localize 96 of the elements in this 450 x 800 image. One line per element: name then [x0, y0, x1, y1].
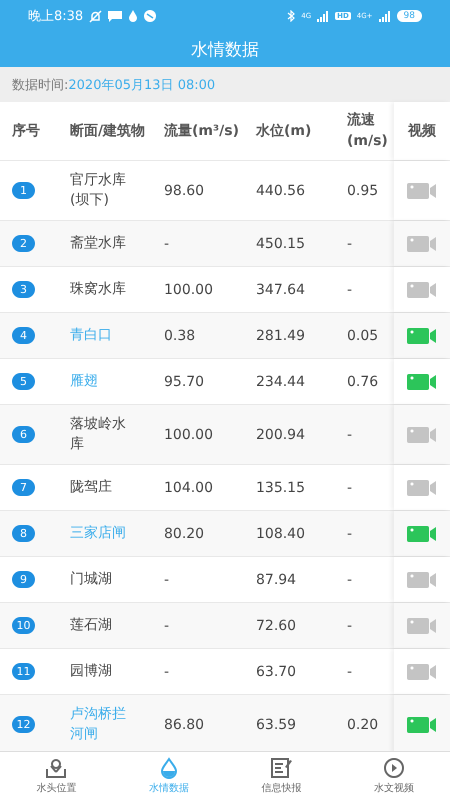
- video-camera-icon[interactable]: [407, 374, 437, 390]
- table-cell-text: 63.70: [255, 662, 298, 682]
- station-name: 斋堂水库: [69, 234, 127, 253]
- nav-tab[interactable]: 信息快报: [225, 752, 338, 800]
- row-number-badge: 5: [12, 373, 35, 390]
- blocked-icon: [144, 10, 156, 22]
- table-cell-text: 347.64: [255, 280, 306, 300]
- video-camera-icon[interactable]: [407, 480, 437, 496]
- table-cell-text: -: [346, 478, 354, 498]
- nav-tab[interactable]: 水文视频: [338, 752, 450, 800]
- video-camera-icon[interactable]: [407, 572, 437, 588]
- row-number-badge: 1: [12, 182, 35, 199]
- table-cell-text: -: [346, 616, 354, 636]
- data-time-label: 数据时间:: [12, 76, 68, 94]
- station-name: 门城湖: [69, 570, 113, 589]
- column-header: 水位(m): [254, 122, 312, 140]
- table-cell-text: 135.15: [255, 478, 306, 498]
- table-cell-text: -: [346, 280, 354, 300]
- table-cell-text: -: [163, 234, 170, 254]
- row-number-badge: 3: [12, 281, 35, 298]
- column-header: 流速(m/s): [346, 110, 389, 151]
- table-cell-text: 0.20: [346, 716, 380, 734]
- table-cell-text: 100.00: [163, 280, 214, 300]
- station-name: 珠窝水库: [69, 280, 127, 299]
- station-name: 落坡岭水库: [69, 414, 127, 454]
- table-cell-text: 234.44: [255, 372, 306, 392]
- table-cell-text: -: [163, 570, 170, 590]
- table-cell-text: 87.94: [255, 570, 298, 590]
- station-name[interactable]: 青白口: [58, 313, 152, 358]
- table-cell-text: 63.59: [255, 716, 298, 734]
- table-cell-text: 95.70: [163, 372, 206, 392]
- table-cell-text: 450.15: [255, 234, 306, 254]
- table-cell-text: 86.80: [163, 716, 206, 734]
- table-cell-text: 98.60: [163, 182, 206, 200]
- table-cell-text: 80.20: [163, 524, 206, 544]
- table-cell-text: -: [346, 426, 354, 444]
- row-number-badge: 6: [12, 426, 35, 443]
- station-name: 园博湖: [69, 662, 113, 681]
- table-cell-text: 0.38: [163, 326, 196, 346]
- video-camera-icon[interactable]: [407, 236, 437, 252]
- station-name: 陇驾庄: [69, 478, 113, 497]
- table-cell-text: 108.40: [255, 524, 306, 544]
- station-name[interactable]: 三家店闸: [58, 511, 152, 556]
- table-cell-text: 200.94: [255, 426, 306, 444]
- table-cell-text: -: [163, 662, 170, 682]
- battery-level: 98: [396, 10, 422, 22]
- video-camera-icon[interactable]: [407, 182, 437, 198]
- table-cell-text: 440.56: [255, 182, 306, 200]
- page-title: 水情数据: [190, 39, 260, 62]
- row-number-badge: 4: [12, 327, 35, 344]
- row-number-badge: 12: [12, 716, 35, 733]
- column-header: 断面/建筑物: [69, 122, 146, 140]
- station-name: 莲石湖: [69, 616, 113, 635]
- document-icon: [269, 757, 294, 779]
- video-camera-icon[interactable]: [407, 282, 437, 298]
- table-cell-text: 0.95: [346, 182, 380, 200]
- video-camera-icon[interactable]: [407, 716, 437, 732]
- signal-icon: [378, 10, 391, 22]
- column-header: 视频: [394, 102, 450, 160]
- table-cell-text: 100.00: [163, 426, 214, 444]
- station-name[interactable]: 雁翅: [58, 359, 152, 404]
- table-cell-text: -: [346, 662, 354, 682]
- video-camera-icon[interactable]: [407, 526, 437, 542]
- bell-off-icon: [89, 10, 102, 22]
- column-header: 序号: [11, 122, 41, 140]
- table-cell-text: -: [346, 524, 354, 544]
- drop-icon: [128, 10, 138, 22]
- nav-tab[interactable]: 水头位置: [0, 752, 112, 800]
- table-cell-text: 0.76: [346, 372, 380, 392]
- data-time-value: 2020年05月13日 08:00: [68, 76, 216, 94]
- nav-tab[interactable]: 水情数据: [112, 752, 225, 800]
- row-number-badge: 10: [12, 617, 35, 634]
- table-cell-text: 0.05: [346, 326, 380, 346]
- station-name: 官厅水库(坝下): [69, 170, 127, 210]
- video-camera-icon[interactable]: [407, 664, 437, 680]
- table-cell-text: -: [163, 616, 170, 636]
- column-header: 流量(m³/s): [163, 122, 240, 140]
- message-icon: [108, 10, 122, 22]
- status-time: 晚上8:38: [28, 8, 84, 25]
- video-camera-icon[interactable]: [407, 328, 437, 344]
- row-number-badge: 11: [12, 663, 35, 680]
- table-cell-text: 281.49: [255, 326, 306, 346]
- video-camera-icon[interactable]: [407, 618, 437, 634]
- station-name[interactable]: 卢沟桥拦河闸: [58, 695, 152, 754]
- table-cell-text: 72.60: [255, 616, 298, 636]
- table-cell-text: -: [346, 570, 354, 590]
- row-number-badge: 9: [12, 571, 35, 588]
- table-cell-text: 104.00: [163, 478, 214, 498]
- bluetooth-icon: [287, 10, 296, 22]
- video-camera-icon[interactable]: [407, 426, 437, 442]
- play-icon: [382, 757, 406, 779]
- row-number-badge: 8: [12, 525, 35, 542]
- table-cell-text: -: [346, 234, 354, 254]
- row-number-badge: 2: [12, 235, 35, 252]
- row-number-badge: 7: [12, 479, 35, 496]
- signal-icon: [317, 10, 330, 22]
